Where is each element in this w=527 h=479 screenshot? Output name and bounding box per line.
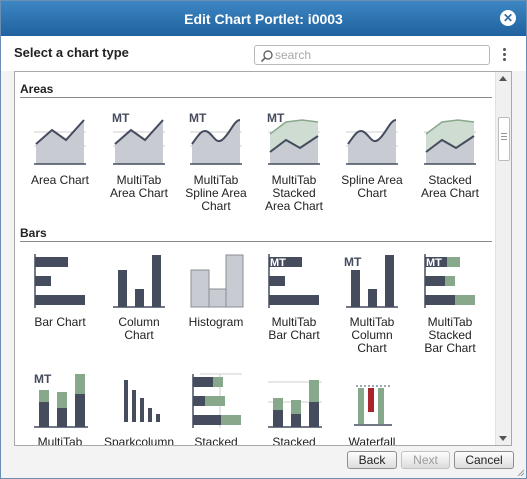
kebab-menu-icon[interactable] <box>500 48 508 64</box>
dialog-footer: Back Next Cancel <box>1 446 526 478</box>
dialog-title-bar: Edit Chart Portlet: i0003 ✕ <box>1 1 526 36</box>
chart-type-spline-area-chart[interactable]: Spline Area Chart <box>333 112 411 200</box>
tile-label-line: Bar Chart <box>34 315 86 329</box>
resize-grip-icon[interactable] <box>516 468 524 476</box>
chart-type-multitab-area-chart[interactable]: MT MultiTab Area Chart <box>100 112 178 200</box>
chart-type-waterfall[interactable]: Waterfall <box>333 372 411 446</box>
multitab-stacked-column-chart-icon: MT <box>34 372 88 428</box>
search-input[interactable] <box>275 47 480 63</box>
edit-chart-portlet-dialog: Edit Chart Portlet: i0003 ✕ Select a cha… <box>0 0 527 479</box>
tile-label-line: Chart <box>201 199 231 213</box>
chart-type-multitab-stacked-bar-chart[interactable]: MT MultiTab Stacked Bar Chart <box>411 252 489 355</box>
chart-type-stacked-column-chart[interactable]: Stacked <box>255 372 333 446</box>
tile-label-line: Chart <box>357 186 387 200</box>
multitab-stacked-area-chart-icon: MT <box>267 112 320 165</box>
chart-type-list[interactable]: Areas Area Chart MT MultiTab Area Chart … <box>14 71 512 446</box>
mt-badge: MT <box>112 112 130 125</box>
stacked-area-chart-icon <box>424 119 476 165</box>
scroll-up-arrow-icon[interactable] <box>499 76 507 81</box>
tile-label-line: Area Chart <box>264 199 324 213</box>
mt-badge: MT <box>34 372 52 386</box>
tile-label-line: Stacked <box>194 435 238 446</box>
chart-type-bar-chart[interactable]: Bar Chart <box>21 252 99 329</box>
mt-badge: MT <box>270 257 286 269</box>
area-chart-icon <box>34 119 86 165</box>
sparkcolumn-icon <box>124 380 160 422</box>
multitab-area-chart-icon: MT <box>112 112 165 165</box>
mt-badge: MT <box>267 112 285 125</box>
stacked-column-chart-icon <box>268 380 322 428</box>
back-button[interactable]: Back <box>347 451 397 469</box>
stacked-bar-chart-icon <box>192 373 242 428</box>
scrollbar-thumb[interactable] <box>498 117 510 161</box>
section-divider <box>20 241 492 242</box>
tile-label-line: Sparkcolumn <box>103 435 175 446</box>
chart-type-multitab-spline-area-chart[interactable]: MT MultiTab Spline Area Chart <box>177 112 255 213</box>
chart-type-multitab-stacked-column-chart[interactable]: MT MultiTab <box>21 372 99 446</box>
chart-type-stacked-bar-chart[interactable]: Stacked <box>177 372 255 446</box>
section-title-bars: Bars <box>20 226 47 240</box>
chart-type-area-chart[interactable]: Area Chart <box>21 112 99 187</box>
section-divider <box>20 97 492 98</box>
histogram-icon <box>190 254 244 308</box>
tile-label-line: Stacked <box>272 435 316 446</box>
tile-label-line: Chart <box>124 328 154 342</box>
chart-type-sparkcolumn[interactable]: Sparkcolumn <box>100 372 178 446</box>
cancel-button[interactable]: Cancel <box>454 451 514 469</box>
tile-label-line: MultiTab <box>37 435 83 446</box>
multitab-stacked-bar-chart-icon: MT <box>424 254 475 308</box>
close-circle-icon[interactable]: ✕ <box>500 10 516 26</box>
dialog-title: Edit Chart Portlet: i0003 <box>184 10 343 27</box>
mt-badge: MT <box>344 255 362 269</box>
list-scrollbar[interactable] <box>495 72 511 445</box>
chart-type-column-chart[interactable]: Column Chart <box>100 252 178 342</box>
chart-type-multitab-stacked-area-chart[interactable]: MT MultiTab Stacked Area Chart <box>255 112 333 213</box>
tile-label-line: Area Chart <box>30 173 90 187</box>
multitab-spline-area-chart-icon: MT <box>189 112 242 165</box>
tile-label-line: Chart <box>357 341 387 355</box>
chart-type-histogram[interactable]: Histogram <box>177 252 255 329</box>
column-chart-icon <box>113 255 165 308</box>
toolbar: Select a chart type <box>1 36 526 71</box>
mt-badge: MT <box>189 112 207 125</box>
spline-area-chart-icon <box>346 119 398 165</box>
tile-label-line: Area Chart <box>109 186 169 200</box>
tile-label-line: Waterfall <box>348 435 396 446</box>
scroll-down-arrow-icon[interactable] <box>499 436 507 441</box>
multitab-bar-chart-icon: MT <box>268 254 319 308</box>
tile-label-line: Bar Chart <box>424 341 476 355</box>
section-title-areas: Areas <box>20 82 54 96</box>
chart-type-stacked-area-chart[interactable]: Stacked Area Chart <box>411 112 489 200</box>
multitab-column-chart-icon: MT <box>344 255 398 308</box>
chart-type-multitab-column-chart[interactable]: MT MultiTab Column Chart <box>333 252 411 355</box>
chart-type-multitab-bar-chart[interactable]: MT MultiTab Bar Chart <box>255 252 333 342</box>
tile-label-line: Histogram <box>188 315 244 329</box>
waterfall-chart-icon <box>354 385 392 426</box>
select-chart-type-label: Select a chart type <box>14 45 129 60</box>
mt-badge: MT <box>426 257 442 269</box>
tile-label-line: Bar Chart <box>268 328 320 342</box>
next-button[interactable]: Next <box>401 451 450 469</box>
search-icon <box>260 50 273 63</box>
search-box[interactable] <box>254 45 490 65</box>
bar-chart-icon <box>34 254 85 308</box>
tile-label-line: Area Chart <box>420 186 480 200</box>
